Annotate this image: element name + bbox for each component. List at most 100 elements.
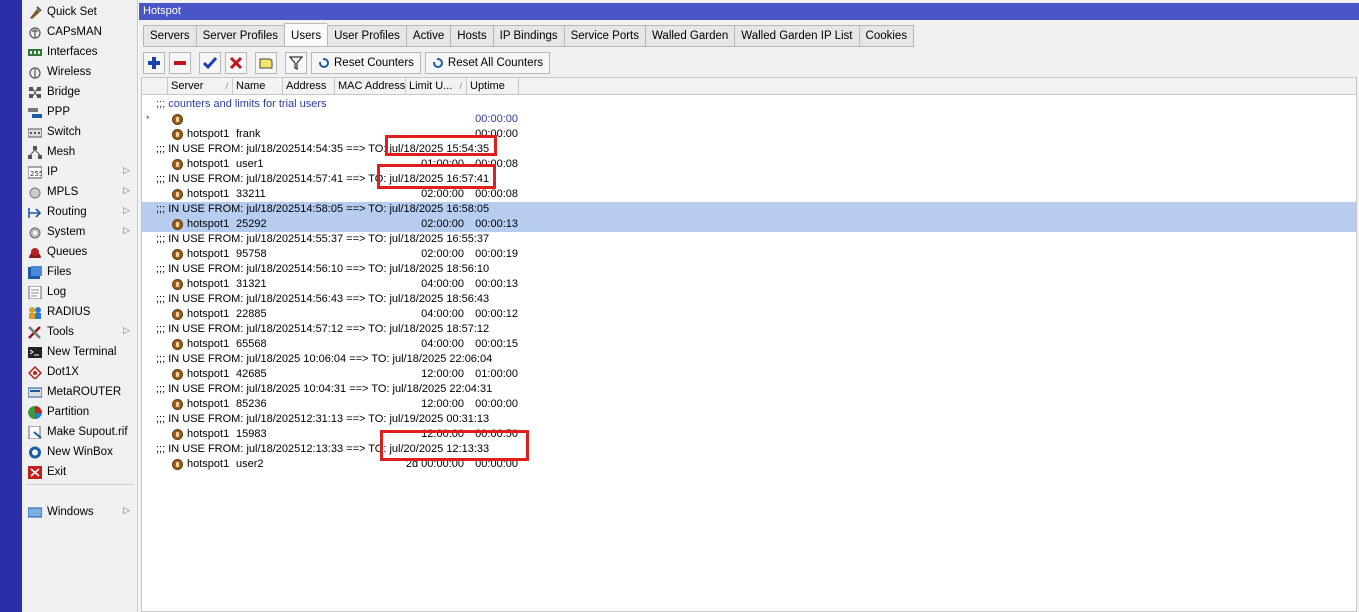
comment-row[interactable]: ;;; IN USE FROM: jul/18/202514:58:05 ==>… [142, 202, 1356, 217]
cell-server: hotspot1 [187, 368, 230, 380]
cell-name: user1 [236, 158, 264, 170]
menu-item-bridge[interactable]: Bridge [22, 82, 138, 102]
comment-row[interactable]: ;;; IN USE FROM: jul/18/2025 10:04:31 ==… [142, 382, 1356, 397]
menu-item-ip[interactable]: 255 IP ▷ [22, 162, 138, 182]
menu-item-make-supout-rif[interactable]: Make Supout.rif [22, 422, 138, 442]
table-row[interactable]: hotspot1 85236 12:00:00 00:00:00 [142, 397, 1356, 412]
remove-button[interactable] [169, 52, 191, 74]
comment-row[interactable]: ;;; IN USE FROM: jul/18/202514:57:12 ==>… [142, 322, 1356, 337]
cell-server: hotspot1 [187, 428, 230, 440]
comment-row[interactable]: ;;; IN USE FROM: jul/18/202514:56:43 ==>… [142, 292, 1356, 307]
comment-row[interactable]: ;;; IN USE FROM: jul/18/202514:54:35 ==>… [142, 142, 1356, 157]
menu-item-capsman[interactable]: CAPsMAN [22, 22, 138, 42]
comment-row[interactable]: ;;; IN USE FROM: jul/18/202512:31:13 ==>… [142, 412, 1356, 427]
cell-name: frank [236, 128, 261, 140]
sort-divider-icon: / [225, 81, 228, 91]
tab-hosts[interactable]: Hosts [450, 25, 493, 47]
menu-item-partition[interactable]: Partition [22, 402, 138, 422]
cell-limit: 02:00:00 [421, 218, 464, 230]
highlight-box-1 [385, 135, 497, 156]
menu-item-label: Bridge [47, 86, 81, 98]
supout-icon [27, 425, 42, 439]
menu-item-label: New WinBox [47, 446, 113, 458]
table-row[interactable]: hotspot1 33211 02:00:00 00:00:08 [142, 187, 1356, 202]
menu-item-radius[interactable]: RADIUS [22, 302, 138, 322]
table-row[interactable]: hotspot1 95758 02:00:00 00:00:19 [142, 247, 1356, 262]
table-row[interactable]: hotspot1 user1 01:00:00 00:00:08 [142, 157, 1356, 172]
tab-ip-bindings[interactable]: IP Bindings [492, 25, 564, 47]
window-title[interactable]: Hotspot [139, 3, 1359, 20]
table-row[interactable]: hotspot1 25292 02:00:00 00:00:13 [142, 217, 1356, 232]
comment-row[interactable]: ;;; IN USE FROM: jul/18/202514:56:10 ==>… [142, 262, 1356, 277]
menu-item-mpls[interactable]: MPLS ▷ [22, 182, 138, 202]
tab-cookies[interactable]: Cookies [858, 25, 915, 47]
user-icon [172, 279, 183, 290]
column-header-label: Name [236, 80, 266, 92]
tab-walled-garden[interactable]: Walled Garden [645, 25, 735, 47]
comment-row[interactable]: ;;; counters and limits for trial users [142, 97, 1356, 112]
reset-counters-button[interactable]: Reset Counters [311, 52, 421, 74]
tab-active[interactable]: Active [405, 25, 451, 47]
menu-item-mesh[interactable]: Mesh [22, 142, 138, 162]
menu-item-metarouter[interactable]: MetaROUTER [22, 382, 138, 402]
disable-button[interactable] [225, 52, 247, 74]
filter-button[interactable] [285, 52, 307, 74]
table-row[interactable]: hotspot1 42685 12:00:00 01:00:00 [142, 367, 1356, 382]
submenu-arrow-icon: ▷ [123, 185, 130, 195]
menu-item-routing[interactable]: Routing ▷ [22, 202, 138, 222]
menu-item-interfaces[interactable]: Interfaces [22, 42, 138, 62]
menu-item-dot1x[interactable]: Dot1X [22, 362, 138, 382]
menu-item-quick-set[interactable]: Quick Set [22, 2, 138, 22]
exit-icon [27, 465, 42, 479]
column-header[interactable]: MAC Address [335, 78, 406, 95]
column-header[interactable]: Name [233, 78, 283, 95]
cell-server: hotspot1 [187, 128, 230, 140]
cell-limit: 04:00:00 [421, 338, 464, 350]
comment-text: ;;; IN USE FROM: jul/18/202514:57:12 ==>… [156, 323, 490, 335]
tab-walled-garden-ip-list[interactable]: Walled Garden IP List [734, 25, 859, 47]
menu-item-label: CAPsMAN [47, 26, 102, 38]
table-row[interactable]: hotspot1 22885 04:00:00 00:00:12 [142, 307, 1356, 322]
column-header[interactable]: Uptime [467, 78, 519, 95]
comment-row[interactable]: ;;; IN USE FROM: jul/18/202514:55:37 ==>… [142, 232, 1356, 247]
table-row[interactable]: hotspot1 user2 2d 00:00:00 00:00:00 [142, 457, 1356, 472]
menu-item-ppp[interactable]: PPP [22, 102, 138, 122]
table-row[interactable]: hotspot1 frank 00:00:00 [142, 127, 1356, 142]
comment-row[interactable]: ;;; IN USE FROM: jul/18/202512:13:33 ==>… [142, 442, 1356, 457]
reset-all-counters-button[interactable]: Reset All Counters [424, 52, 551, 74]
tab-user-profiles[interactable]: User Profiles [327, 25, 406, 47]
cell-uptime: 00:00:13 [475, 218, 518, 230]
menu-item-label: MPLS [47, 186, 79, 198]
menu-item-new-terminal[interactable]: New Terminal [22, 342, 138, 362]
add-button[interactable] [143, 52, 165, 74]
menu-item-system[interactable]: System ▷ [22, 222, 138, 242]
cell-name: 31321 [236, 278, 267, 290]
menu-item-wireless[interactable]: Wireless [22, 62, 138, 82]
table-row[interactable]: hotspot1 15983 12:00:00 00:00:50 [142, 427, 1356, 442]
menu-item-tools[interactable]: Tools ▷ [22, 322, 138, 342]
table-row[interactable]: hotspot1 65568 04:00:00 00:00:15 [142, 337, 1356, 352]
toolbar: Reset Counters Reset All Counters [143, 51, 554, 75]
enable-button[interactable] [199, 52, 221, 74]
menu-item-exit[interactable]: Exit [22, 462, 138, 482]
column-header[interactable]: Limit U... / [406, 78, 467, 95]
menu-item-log[interactable]: Log [22, 282, 138, 302]
menu-item-new-winbox[interactable]: New WinBox [22, 442, 138, 462]
comment-row[interactable]: ;;; IN USE FROM: jul/18/202514:57:41 ==>… [142, 172, 1356, 187]
column-header[interactable]: Server / [168, 78, 233, 95]
cell-server: hotspot1 [187, 338, 230, 350]
comment-button[interactable] [255, 52, 277, 74]
menu-item-switch[interactable]: Switch [22, 122, 138, 142]
tab-servers[interactable]: Servers [143, 25, 196, 47]
comment-row[interactable]: ;;; IN USE FROM: jul/18/2025 10:06:04 ==… [142, 352, 1356, 367]
comment-text: ;;; IN USE FROM: jul/18/202514:56:10 ==>… [156, 263, 490, 275]
tab-server-profiles[interactable]: Server Profiles [195, 25, 285, 47]
column-header[interactable]: Address [283, 78, 335, 95]
table-row[interactable]: hotspot1 31321 04:00:00 00:00:13 [142, 277, 1356, 292]
menu-item-queues[interactable]: Queues [22, 242, 138, 262]
menu-item-files[interactable]: Files [22, 262, 138, 282]
tab-users[interactable]: Users [284, 23, 328, 47]
tab-service-ports[interactable]: Service Ports [563, 25, 645, 47]
table-row[interactable]: * 00:00:00 [142, 112, 1356, 127]
menu-item-windows[interactable]: Windows ▷ [22, 502, 138, 522]
